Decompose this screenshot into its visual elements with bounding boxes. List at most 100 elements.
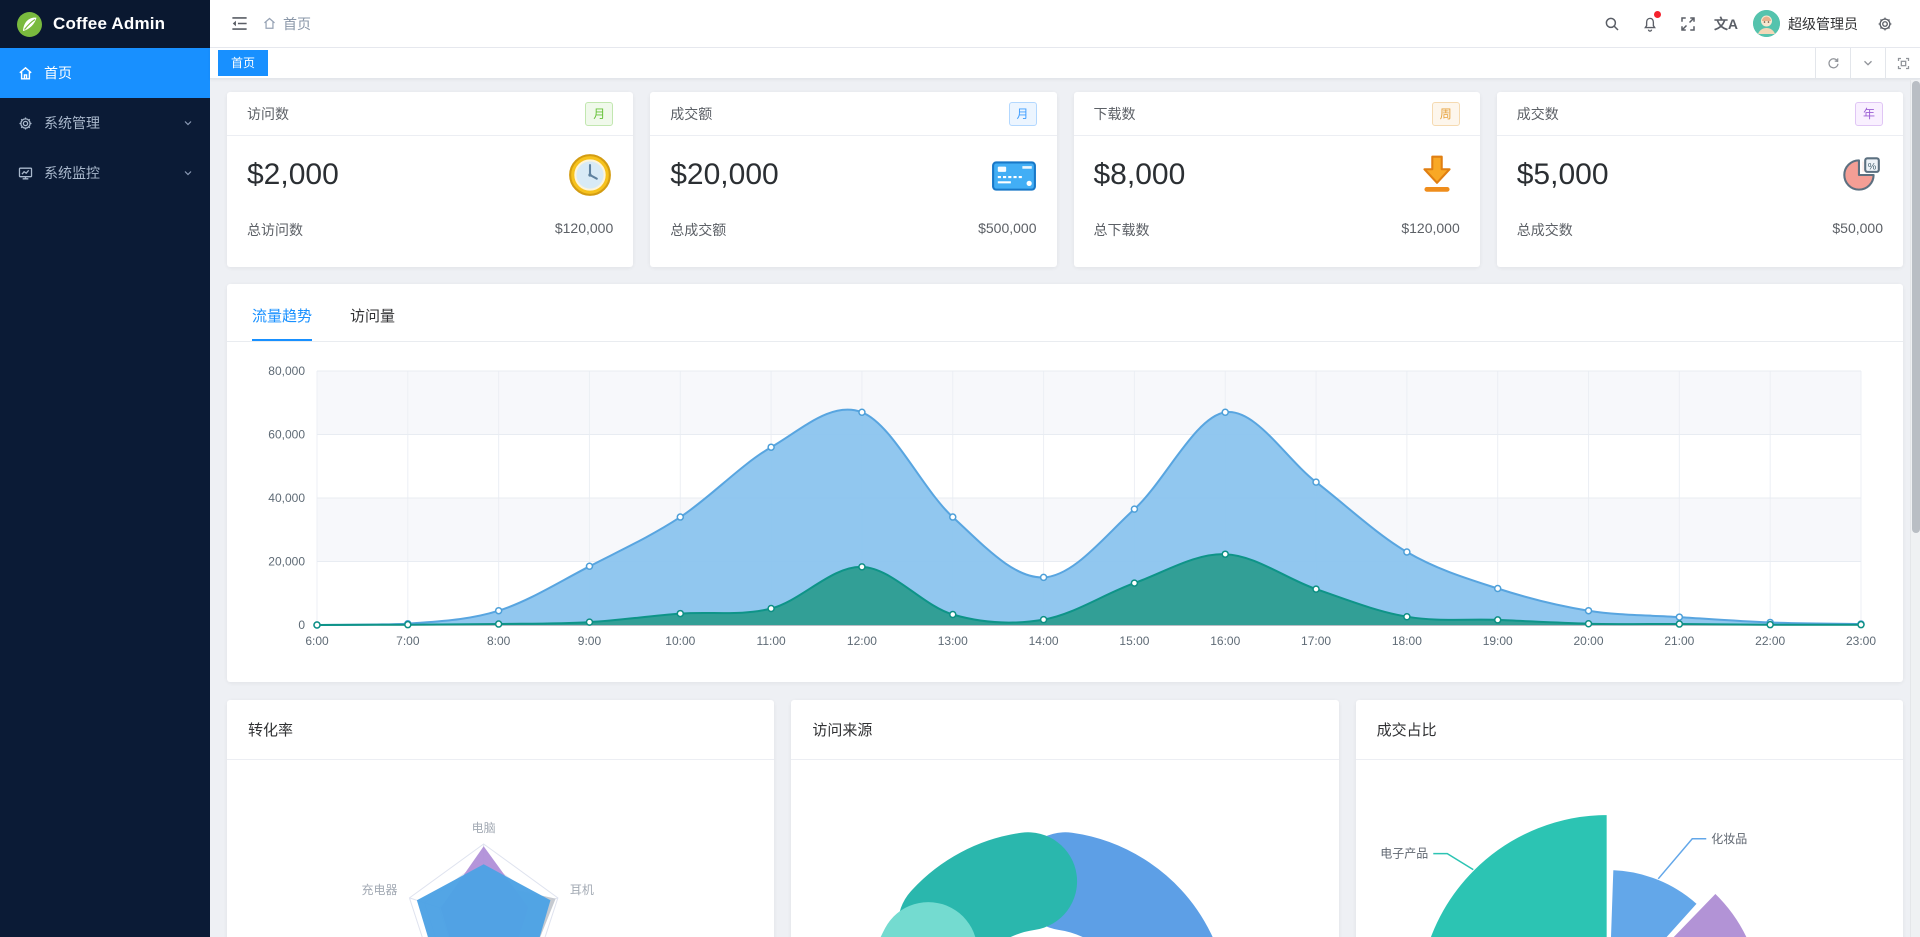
monitor-icon [16, 164, 34, 182]
stat-card-row: 访问数 月 $2,000 总访问数 $120,000 成交额 月 $20,000… [227, 92, 1903, 267]
sidebar-item-label: 系统监控 [44, 165, 100, 181]
breadcrumb[interactable]: 首页 [262, 14, 311, 34]
stat-value: $2,000 [247, 158, 339, 191]
pie-percent-icon: % [1837, 152, 1883, 198]
svg-text:9:00: 9:00 [578, 634, 602, 648]
stat-footer-value: $500,000 [978, 220, 1037, 236]
stat-footer-value: $50,000 [1832, 220, 1883, 236]
visit-source-donut-chart [881, 832, 1213, 937]
sidebar-item-label: 首页 [44, 65, 72, 81]
period-badge: 年 [1855, 101, 1883, 126]
leaf-logo-icon [16, 11, 43, 38]
svg-text:20:00: 20:00 [1574, 634, 1604, 648]
bank-card-icon [991, 152, 1037, 198]
notification-dot [1654, 10, 1661, 18]
page-scrollbar [1910, 80, 1920, 937]
traffic-trend-card: 流量趋势 访问量 0 20,000 40,000 60,000 80,000 6:00 7:… [227, 284, 1903, 682]
stat-value: $20,000 [670, 158, 779, 191]
app-root: Coffee Admin 首页 系统管理 系统监控 首页 文A 超级管理员 首页… [0, 0, 1920, 937]
stat-footer-label: 总下载数 [1093, 222, 1150, 238]
fullscreen-icon[interactable] [1671, 7, 1705, 41]
top-navbar: 首页 文A 超级管理员 [210, 0, 1920, 48]
page-content: 访问数 月 $2,000 总访问数 $120,000 成交额 月 $20,000… [210, 79, 1920, 937]
breadcrumb-home-label: 首页 [283, 15, 311, 32]
stat-card-title: 成交额 [670, 105, 713, 122]
avatar [1753, 10, 1780, 37]
refresh-icon[interactable] [1815, 48, 1850, 78]
conversion-rate-card: 转化率 电脑 耳机 充电器 [227, 700, 775, 937]
settings-gear-icon[interactable] [1868, 7, 1902, 41]
deal-share-card: 成交占比 化妆品 电子产品 [1355, 700, 1903, 937]
card-title: 成交占比 [1355, 700, 1903, 760]
sidebar-item-home[interactable]: 首页 [0, 48, 210, 98]
main-column: 首页 文A 超级管理员 首页 访问数 月 $2,000 总访问数 $120,00… [210, 0, 1920, 937]
gear-icon [16, 114, 34, 132]
bottom-card-row: 转化率 电脑 耳机 充电器 访问来源 成交占比 化妆品 电子产品 [227, 700, 1903, 937]
stat-card-title: 下载数 [1093, 105, 1136, 122]
svg-text:15:00: 15:00 [1119, 634, 1149, 648]
search-icon[interactable] [1595, 7, 1629, 41]
home-breadcrumb-icon [262, 16, 277, 31]
svg-text:14:00: 14:00 [1029, 634, 1059, 648]
stat-footer-value: $120,000 [1401, 220, 1460, 236]
stat-value: $5,000 [1516, 158, 1609, 191]
sidebar-item-label: 系统管理 [44, 115, 100, 131]
svg-text:18:00: 18:00 [1392, 634, 1422, 648]
sidebar: Coffee Admin 首页 系统管理 系统监控 [0, 0, 210, 937]
tab-traffic-trend[interactable]: 流量趋势 [252, 305, 313, 341]
stat-footer-label: 总成交额 [670, 222, 727, 238]
app-logo: Coffee Admin [0, 0, 210, 48]
user-menu[interactable]: 超级管理员 [1753, 10, 1858, 37]
svg-text:11:00: 11:00 [757, 634, 786, 648]
scrollbar-thumb[interactable] [1912, 81, 1920, 533]
home-icon [16, 64, 34, 82]
stat-card-downloads: 下载数 周 $8,000 总下载数 $120,000 [1073, 92, 1480, 267]
translate-icon[interactable]: 文A [1709, 7, 1743, 41]
conversion-radar-chart: 电脑耳机 充电器 [361, 821, 594, 937]
svg-text:17:00: 17:00 [1301, 634, 1331, 648]
tab-home[interactable]: 首页 [218, 50, 269, 76]
stat-value: $8,000 [1093, 158, 1186, 191]
tab-actions [1815, 48, 1920, 78]
svg-text:80,000: 80,000 [268, 364, 305, 378]
app-title: Coffee Admin [53, 14, 166, 33]
sidebar-menu: 首页 系统管理 系统监控 [0, 48, 210, 198]
period-badge: 周 [1431, 101, 1460, 126]
page-tabbar: 首页 [210, 48, 1920, 79]
stat-footer-label: 总访问数 [247, 222, 303, 238]
tab-visit-volume[interactable]: 访问量 [350, 305, 395, 341]
stat-card-deals: 成交数 年 $5,000 % 总成交数 $50,000 [1496, 92, 1903, 267]
trend-tabs: 流量趋势 访问量 [227, 284, 1903, 342]
stat-footer-label: 总成交数 [1516, 222, 1573, 238]
svg-text:40,000: 40,000 [268, 491, 305, 505]
stat-card-title: 访问数 [247, 105, 289, 122]
username: 超级管理员 [1788, 15, 1858, 32]
tab-dropdown-chevron-icon[interactable] [1850, 48, 1885, 78]
notification-bell-icon[interactable] [1633, 7, 1667, 41]
svg-text:21:00: 21:00 [1664, 634, 1694, 648]
svg-text:19:00: 19:00 [1483, 634, 1513, 648]
navbar-actions: 文A 超级管理员 [1595, 7, 1908, 41]
svg-text:22:00: 22:00 [1755, 634, 1785, 648]
translate-glyph: 文A [1713, 15, 1739, 32]
sidebar-item-system-management[interactable]: 系统管理 [0, 98, 210, 148]
svg-text:6:00: 6:00 [305, 634, 329, 648]
visit-source-card: 访问来源 [791, 700, 1339, 937]
svg-text:7:00: 7:00 [396, 634, 420, 648]
card-title: 转化率 [227, 700, 775, 760]
svg-text:充电器: 充电器 [361, 882, 397, 897]
svg-text:16:00: 16:00 [1210, 634, 1240, 648]
period-badge: 月 [585, 101, 614, 126]
svg-text:13:00: 13:00 [938, 634, 968, 648]
download-icon [1414, 152, 1460, 198]
svg-text:电子产品: 电子产品 [1380, 847, 1428, 861]
svg-text:20,000: 20,000 [268, 555, 305, 569]
sidebar-item-system-monitor[interactable]: 系统监控 [0, 148, 210, 198]
stat-card-visits: 访问数 月 $2,000 总访问数 $120,000 [227, 92, 634, 267]
svg-text:%: % [1868, 160, 1877, 171]
traffic-trend-chart: 0 20,000 40,000 60,000 80,000 6:00 7:00 8:00 9:0… [268, 364, 1876, 648]
maximize-icon[interactable] [1885, 48, 1920, 78]
clock-icon [567, 152, 613, 198]
stat-card-turnover: 成交额 月 $20,000 总成交额 $500,000 [650, 92, 1057, 267]
sidebar-collapse-button[interactable] [222, 7, 256, 41]
